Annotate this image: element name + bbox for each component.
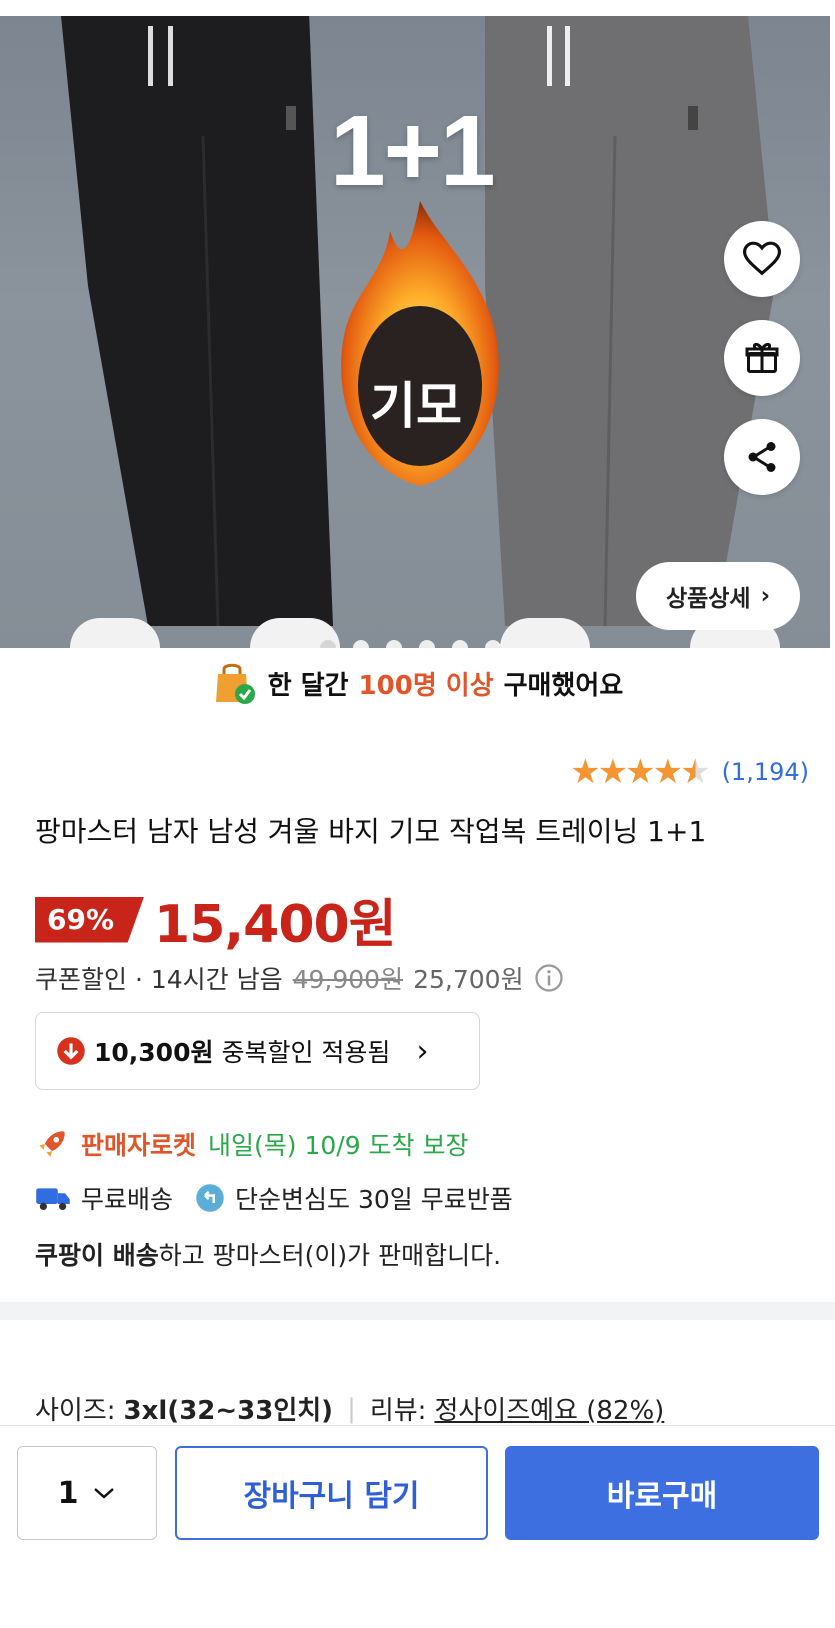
size-review-link[interactable]: 정사이즈예요 (82%) bbox=[434, 1390, 664, 1427]
delivery-eta: 내일(목) 10/9 도착 보장 bbox=[208, 1131, 469, 1160]
carousel-dots[interactable] bbox=[320, 640, 501, 648]
delivery-promise: 판매자로켓 내일(목) 10/9 도착 보장 bbox=[35, 1126, 469, 1162]
quantity-value: 1 bbox=[57, 1475, 79, 1511]
shipping-info: 무료배송 단순변심도 30일 무료반품 bbox=[35, 1180, 513, 1216]
section-divider bbox=[0, 1302, 835, 1320]
final-price: 15,400원 bbox=[154, 895, 397, 955]
free-shipping: 무료배송 bbox=[81, 1185, 174, 1214]
product-title: 팡마스터 남자 남성 겨울 바지 기모 작업복 트레이닝 1+1 bbox=[35, 815, 707, 848]
heart-icon bbox=[743, 241, 781, 276]
gift-icon bbox=[745, 343, 779, 373]
duplicate-discount-button[interactable]: 10,300원 중복할인 적용됨 › bbox=[35, 1012, 480, 1090]
coupon-price: 25,700원 bbox=[413, 965, 524, 994]
dup-discount-amount: 10,300원 bbox=[94, 1038, 214, 1067]
purchase-count-badge: 한 달간 100명 이상 구매했어요 bbox=[0, 660, 835, 706]
return-policy: 단순변심도 30일 무료반품 bbox=[235, 1185, 513, 1214]
share-button[interactable] bbox=[724, 419, 800, 495]
carousel-dot[interactable] bbox=[353, 640, 369, 648]
right-shoe bbox=[500, 618, 590, 648]
info-icon[interactable] bbox=[534, 963, 564, 993]
size-value: 3xl(32~33인치) bbox=[123, 1396, 334, 1426]
purchase-highlight: 100명 이상 bbox=[358, 670, 494, 701]
rocket-brand: 판매자로켓 bbox=[81, 1131, 197, 1160]
purchase-suffix: 구매했어요 bbox=[503, 670, 624, 701]
rocket-icon bbox=[39, 1131, 65, 1157]
carousel-dot[interactable] bbox=[452, 640, 468, 648]
left-shoe bbox=[70, 618, 160, 648]
hero-promo-title: 1+1 bbox=[330, 95, 496, 207]
size-selection[interactable]: 사이즈: 3xl(32~33인치) | 리뷰: 정사이즈예요 (82%) bbox=[35, 1390, 664, 1427]
carousel-dot[interactable] bbox=[386, 640, 402, 648]
fleece-label: 기모 bbox=[370, 377, 462, 435]
coupon-label: 쿠폰할인 · 14시간 남음 bbox=[35, 965, 283, 994]
chevron-right-icon: › bbox=[416, 1033, 429, 1069]
down-arrow-circle-icon bbox=[57, 1037, 85, 1065]
carousel-dot[interactable] bbox=[320, 640, 336, 648]
price-row: 69% 15,400원 bbox=[35, 882, 397, 957]
dup-discount-text: 중복할인 적용됨 bbox=[221, 1038, 391, 1067]
star-rating-icon: ★★★★★ bbox=[570, 752, 710, 792]
black-pants-image bbox=[61, 16, 333, 626]
chevron-down-icon bbox=[94, 1488, 115, 1499]
shopping-bag-icon bbox=[215, 663, 255, 704]
divider: | bbox=[347, 1393, 356, 1424]
review-count[interactable]: (1,194) bbox=[722, 758, 809, 786]
seller-rest: 하고 팡마스터(이)가 판매합니다. bbox=[158, 1241, 502, 1270]
carousel-dot[interactable] bbox=[419, 640, 435, 648]
share-icon bbox=[748, 442, 776, 472]
coupon-info: 쿠폰할인 · 14시간 남음 49,900원 25,700원 bbox=[35, 960, 564, 996]
product-detail-button[interactable]: 상품상세 › bbox=[636, 562, 800, 630]
wishlist-button[interactable] bbox=[724, 221, 800, 297]
review-label: 리뷰: bbox=[369, 1396, 427, 1426]
gray-pants-image bbox=[485, 16, 775, 626]
chevron-right-icon: › bbox=[760, 583, 771, 609]
size-label: 사이즈: bbox=[35, 1396, 116, 1426]
product-image[interactable]: 1+1 기모 상품상세 › bbox=[0, 16, 830, 648]
purchase-prefix: 한 달간 bbox=[267, 670, 349, 701]
buy-now-button[interactable]: 바로구매 bbox=[505, 1446, 819, 1540]
quantity-select[interactable]: 1 bbox=[17, 1446, 157, 1540]
original-price: 49,900원 bbox=[292, 965, 404, 994]
truck-icon bbox=[36, 1188, 70, 1210]
seller-bold: 쿠팡이 배송 bbox=[35, 1241, 159, 1270]
carousel-dot[interactable] bbox=[485, 640, 501, 648]
add-to-cart-button[interactable]: 장바구니 담기 bbox=[175, 1446, 488, 1540]
bottom-action-bar: 1 장바구니 담기 바로구매 bbox=[0, 1425, 835, 1628]
gift-button[interactable] bbox=[724, 320, 800, 396]
seller-info: 쿠팡이 배송하고 팡마스터(이)가 판매합니다. bbox=[35, 1236, 501, 1272]
discount-badge: 69% bbox=[35, 896, 145, 943]
return-icon bbox=[196, 1184, 224, 1212]
fire-icon bbox=[341, 201, 499, 486]
rating[interactable]: ★★★★★ (1,194) bbox=[570, 752, 809, 792]
detail-button-label: 상품상세 bbox=[665, 586, 751, 612]
